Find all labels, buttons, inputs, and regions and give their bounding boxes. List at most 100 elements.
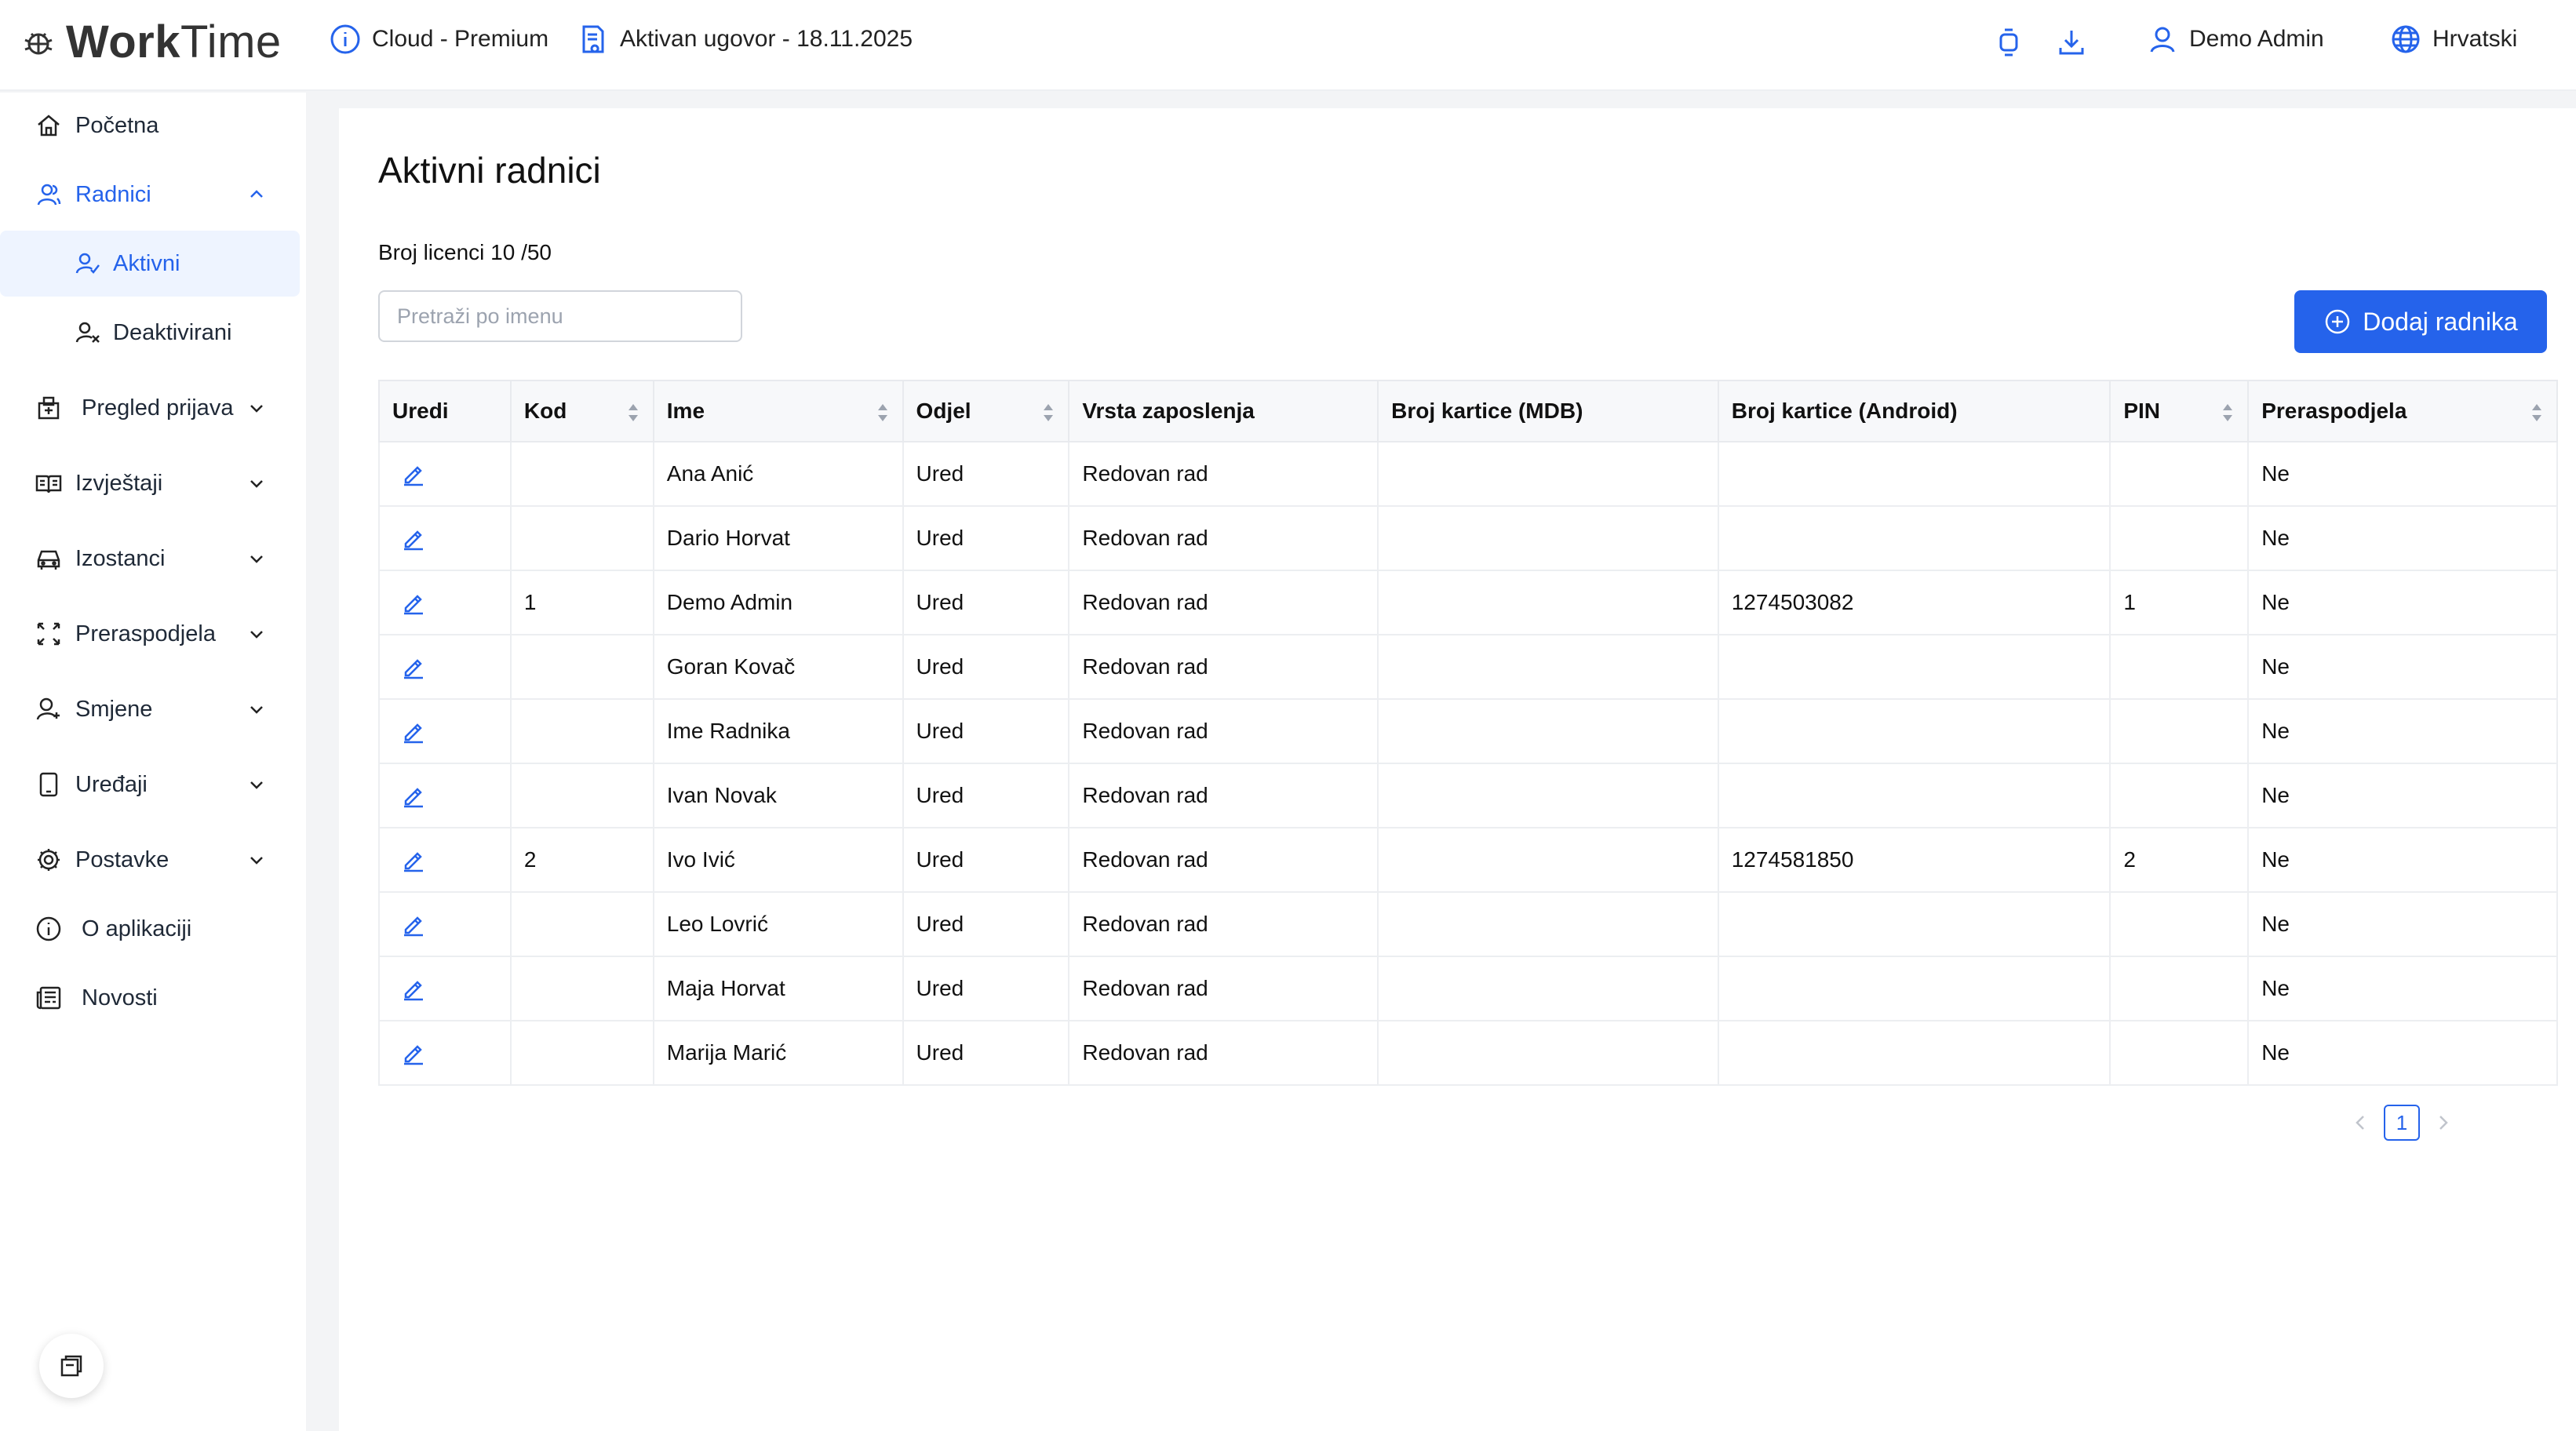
edit-cell <box>378 1020 512 1086</box>
cell-ime: Ime Radnika <box>652 698 904 764</box>
sidebar-item-izostanci[interactable]: Izostanci <box>0 526 300 592</box>
edit-pencil-icon[interactable] <box>400 847 427 873</box>
cell-kod <box>509 505 654 571</box>
column-header-preraspodjela[interactable]: Preraspodjela <box>2247 380 2558 442</box>
sidebar-item-preraspodjela[interactable]: Preraspodjela <box>0 601 300 667</box>
edit-pencil-icon[interactable] <box>400 654 427 680</box>
contract-indicator: Aktivan ugovor - 18.11.2025 <box>578 24 913 55</box>
android-watch-icon[interactable] <box>1993 27 2024 58</box>
column-header-kod[interactable]: Kod <box>509 380 654 442</box>
column-header-odjel[interactable]: Odjel <box>902 380 1070 442</box>
sidebar-collapse-button[interactable] <box>39 1334 104 1398</box>
app-logo[interactable]: WorkTime <box>19 16 282 68</box>
sort-icon[interactable] <box>2530 402 2544 424</box>
cell-android <box>1717 891 2111 957</box>
table-row: 2 Ivo Ivić Ured Redovan rad 1274581850 2 Ne <box>378 827 2558 893</box>
globe-icon <box>2392 25 2420 53</box>
cell-mdb <box>1377 956 1719 1021</box>
cell-ime: Marija Marić <box>652 1020 904 1086</box>
download-icon[interactable] <box>2056 27 2087 58</box>
table-row: Leo Lovrić Ured Redovan rad Ne <box>378 891 2558 957</box>
cell-vrsta: Redovan rad <box>1068 570 1379 635</box>
edit-pencil-icon[interactable] <box>400 461 427 487</box>
edit-pencil-icon[interactable] <box>400 718 427 745</box>
add-worker-button[interactable]: Dodaj radnika <box>2294 290 2547 353</box>
cell-pin <box>2109 763 2250 828</box>
cell-android <box>1717 698 2111 764</box>
cell-preraspodjela: Ne <box>2247 505 2558 571</box>
cell-vrsta: Redovan rad <box>1068 891 1379 957</box>
edit-pencil-icon[interactable] <box>400 525 427 552</box>
sidebar-item-pocetna[interactable]: Početna <box>0 93 300 158</box>
table-row: Dario Horvat Ured Redovan rad Ne <box>378 505 2558 571</box>
chevron-right-icon[interactable] <box>2432 1112 2454 1134</box>
edit-pencil-icon[interactable] <box>400 975 427 1002</box>
sidebar: Početna Radnici Aktivni Deaktivirani Pre… <box>0 93 306 1431</box>
chevron-down-icon <box>250 405 263 413</box>
sidebar-item-uredaji[interactable]: Uređaji <box>0 752 300 817</box>
edit-pencil-icon[interactable] <box>400 911 427 938</box>
cell-vrsta: Redovan rad <box>1068 634 1379 700</box>
column-header-pin[interactable]: PIN <box>2109 380 2250 442</box>
cell-preraspodjela: Ne <box>2247 891 2558 957</box>
edit-cell <box>378 891 512 957</box>
contract-label: Aktivan ugovor - 18.11.2025 <box>620 26 913 52</box>
cell-pin <box>2109 891 2250 957</box>
cell-odjel: Ured <box>902 763 1070 828</box>
sidebar-item-smjene[interactable]: Smjene <box>0 676 300 742</box>
cell-ime: Ivan Novak <box>652 763 904 828</box>
cell-mdb <box>1377 891 1719 957</box>
sidebar-item-pregled-prijava[interactable]: Pregled prijava <box>0 375 300 441</box>
sidebar-item-deaktivirani[interactable]: Deaktivirani <box>0 300 300 366</box>
cell-odjel: Ured <box>902 956 1070 1021</box>
cell-kod: 1 <box>509 570 654 635</box>
edit-pencil-icon[interactable] <box>400 589 427 616</box>
cell-pin <box>2109 956 2250 1021</box>
sidebar-item-o-aplikaciji[interactable]: O aplikaciji <box>0 896 300 962</box>
user-check-icon <box>75 253 100 274</box>
sort-icon[interactable] <box>1041 402 1055 424</box>
cell-mdb <box>1377 763 1719 828</box>
cell-odjel: Ured <box>902 1020 1070 1086</box>
tablet-icon <box>39 772 58 797</box>
edit-pencil-icon[interactable] <box>400 782 427 809</box>
sidebar-item-izvjestaji[interactable]: Izvještaji <box>0 450 300 516</box>
column-header-ime[interactable]: Ime <box>652 380 904 442</box>
cell-odjel: Ured <box>902 891 1070 957</box>
plus-circle-icon <box>2326 309 2350 334</box>
cell-ime: Ana Anić <box>652 441 904 507</box>
sidebar-item-novosti[interactable]: Novosti <box>0 965 300 1031</box>
search-input[interactable] <box>378 290 742 342</box>
page-number-current[interactable]: 1 <box>2384 1105 2420 1141</box>
cell-android: 1274581850 <box>1717 827 2111 893</box>
cell-pin: 1 <box>2109 570 2250 635</box>
user-menu[interactable]: Demo Admin <box>2147 24 2324 55</box>
cell-preraspodjela: Ne <box>2247 634 2558 700</box>
cell-preraspodjela: Ne <box>2247 956 2558 1021</box>
sidebar-item-aktivni[interactable]: Aktivni <box>0 231 300 297</box>
edit-pencil-icon[interactable] <box>400 1040 427 1066</box>
edit-cell <box>378 763 512 828</box>
sidebar-item-postavke[interactable]: Postavke <box>0 827 300 893</box>
cell-android <box>1717 505 2111 571</box>
chevron-left-icon[interactable] <box>2349 1112 2371 1134</box>
cell-android <box>1717 956 2111 1021</box>
shuffle-icon <box>37 622 60 646</box>
edit-cell <box>378 570 512 635</box>
sort-icon[interactable] <box>2221 402 2235 424</box>
user-name: Demo Admin <box>2189 26 2324 52</box>
sort-icon[interactable] <box>876 402 890 424</box>
car-icon <box>37 550 60 570</box>
cell-android <box>1717 441 2111 507</box>
cell-preraspodjela: Ne <box>2247 827 2558 893</box>
cell-vrsta: Redovan rad <box>1068 763 1379 828</box>
collapse-icon <box>60 1355 82 1377</box>
logo-bug-icon <box>24 32 53 54</box>
sidebar-item-radnici[interactable]: Radnici <box>0 162 300 228</box>
language-selector[interactable]: Hrvatski <box>2390 24 2517 55</box>
cell-odjel: Ured <box>902 827 1070 893</box>
cell-vrsta: Redovan rad <box>1068 698 1379 764</box>
sort-icon[interactable] <box>626 402 640 424</box>
cell-pin: 2 <box>2109 827 2250 893</box>
news-icon <box>36 986 61 1010</box>
